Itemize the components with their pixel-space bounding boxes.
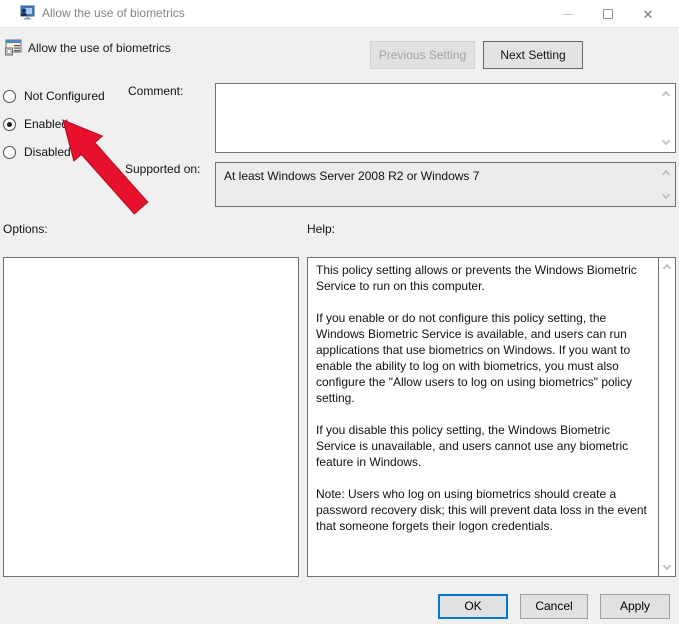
radio-label: Enabled: [24, 117, 69, 131]
radio-circle-icon: [3, 145, 16, 159]
help-paragraph: If you disable this policy setting, the …: [316, 423, 629, 469]
scroll-up-icon[interactable]: [661, 169, 671, 179]
close-button[interactable]: ✕: [632, 0, 664, 28]
help-paragraph: If you enable or do not configure this p…: [316, 311, 633, 405]
cancel-button[interactable]: Cancel: [520, 594, 588, 619]
setting-name-heading: Allow the use of biometrics: [28, 41, 171, 55]
help-paragraph: This policy setting allows or prevents t…: [316, 263, 637, 293]
next-setting-button[interactable]: Next Setting: [483, 41, 583, 69]
supported-on-value: At least Windows Server 2008 R2 or Windo…: [224, 169, 480, 183]
scroll-up-icon[interactable]: [661, 90, 671, 100]
scroll-up-icon[interactable]: [662, 263, 672, 273]
policy-document-icon: [5, 39, 22, 56]
comment-label: Comment:: [128, 84, 184, 98]
window-title: Allow the use of biometrics: [42, 6, 185, 20]
scroll-down-icon[interactable]: [661, 136, 671, 146]
gpedit-app-icon: [20, 5, 35, 20]
maximize-button[interactable]: [592, 0, 624, 28]
radio-not-configured[interactable]: Not Configured: [3, 88, 105, 104]
help-paragraph: Note: Users who log on using biometrics …: [316, 487, 647, 533]
options-label: Options:: [3, 222, 48, 236]
supported-on-textbox: At least Windows Server 2008 R2 or Windo…: [215, 162, 676, 207]
scroll-down-icon[interactable]: [661, 190, 671, 200]
help-scrollbar[interactable]: [658, 258, 675, 576]
minimize-icon: [563, 13, 573, 15]
previous-setting-button[interactable]: Previous Setting: [370, 41, 475, 69]
options-panel: [3, 257, 299, 577]
radio-disabled[interactable]: Disabled: [3, 144, 71, 160]
titlebar: Allow the use of biometrics ✕: [0, 0, 679, 28]
help-label: Help:: [307, 222, 336, 236]
radio-circle-icon: [3, 89, 16, 103]
radio-enabled[interactable]: Enabled: [3, 116, 68, 132]
help-text-area: This policy setting allows or prevents t…: [308, 258, 658, 576]
radio-label: Not Configured: [24, 89, 105, 103]
scroll-down-icon[interactable]: [662, 561, 672, 571]
policy-setting-dialog: Allow the use of biometrics ✕ Allow the …: [0, 0, 679, 624]
minimize-button[interactable]: [552, 0, 584, 28]
help-panel: This policy setting allows or prevents t…: [307, 257, 676, 577]
radio-circle-selected-icon: [3, 117, 16, 131]
maximize-icon: [603, 9, 613, 19]
supported-on-label: Supported on:: [125, 162, 201, 176]
radio-label: Disabled: [24, 145, 71, 159]
comment-textbox[interactable]: [215, 83, 676, 153]
close-icon: ✕: [642, 6, 654, 22]
apply-button[interactable]: Apply: [600, 594, 670, 619]
ok-button[interactable]: OK: [438, 594, 508, 619]
